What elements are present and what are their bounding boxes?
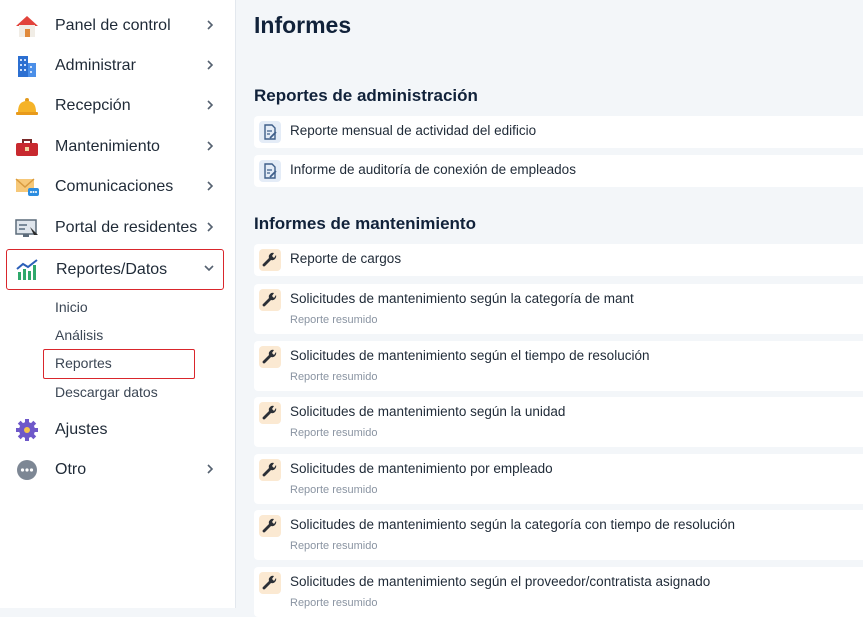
- report-title: Solicitudes de mantenimiento según el ti…: [290, 348, 650, 363]
- report-subtitle: Reporte resumido: [290, 314, 378, 326]
- report-title: Reporte de cargos: [290, 251, 402, 266]
- page-title: Informes: [254, 12, 352, 38]
- report-card[interactable]: Solicitudes de mantenimiento según la ca…: [254, 284, 863, 334]
- wrench-icon: [259, 515, 281, 537]
- sidebar-item-administrar[interactable]: Administrar: [6, 47, 224, 85]
- report-card[interactable]: Solicitudes de mantenimiento según la un…: [254, 397, 863, 447]
- subnav-item-analisis[interactable]: Análisis: [55, 327, 103, 343]
- toolbox-icon: [16, 139, 38, 156]
- report-title: Solicitudes de mantenimiento según la ca…: [290, 291, 634, 306]
- report-card[interactable]: Solicitudes de mantenimiento según el pr…: [254, 567, 863, 617]
- subnav-item-inicio[interactable]: Inicio: [55, 299, 88, 315]
- sidebar-item-label: Ajustes: [55, 421, 108, 438]
- chevron-right-icon: [207, 222, 214, 232]
- chevron-right-icon: [207, 464, 214, 474]
- sidebar-item-portal-de-residentes[interactable]: Portal de residentes: [6, 209, 224, 247]
- report-card[interactable]: Solicitudes de mantenimiento según la ca…: [254, 510, 863, 560]
- report-subtitle: Reporte resumido: [290, 484, 378, 496]
- chevron-right-icon: [207, 20, 214, 30]
- subnav-item-reportes[interactable]: Reportes: [43, 349, 195, 379]
- sidebar-item-label: Panel de control: [55, 17, 171, 34]
- bar-chart-icon: [16, 259, 38, 280]
- sidebar-item-label: Administrar: [55, 57, 136, 74]
- report-title: Solicitudes de mantenimiento según la un…: [290, 404, 566, 419]
- gear-icon: [16, 419, 38, 441]
- envelope-chat-icon: [15, 178, 39, 196]
- report-title: Reporte mensual de actividad del edifici…: [290, 123, 537, 138]
- wrench-icon: [259, 459, 281, 481]
- chevron-right-icon: [207, 60, 214, 70]
- sidebar-item-label: Otro: [55, 461, 87, 478]
- wrench-icon: [259, 402, 281, 424]
- document-edit-icon: [259, 121, 281, 143]
- document-edit-icon: [259, 160, 281, 182]
- report-card[interactable]: Reporte mensual de actividad del edifici…: [254, 116, 863, 148]
- report-card[interactable]: Solicitudes de mantenimiento por emplead…: [254, 454, 863, 504]
- sidebar-item-label: Comunicaciones: [55, 178, 174, 195]
- monitor-portal-icon: [15, 219, 38, 239]
- chevron-right-icon: [207, 181, 214, 191]
- sidebar-item-recepcion[interactable]: Recepción: [6, 87, 224, 125]
- report-subtitle: Reporte resumido: [290, 540, 378, 552]
- section-title-mantenimiento: Informes de mantenimiento: [254, 214, 476, 233]
- wrench-icon: [259, 249, 281, 271]
- sidebar-item-comunicaciones[interactable]: Comunicaciones: [6, 168, 224, 206]
- sidebar-item-label: Reportes/Datos: [56, 260, 168, 278]
- report-card[interactable]: Informe de auditoría de conexión de empl…: [254, 155, 863, 187]
- sidebar-item-otro[interactable]: Otro: [6, 451, 224, 489]
- more-dots-icon: [17, 460, 37, 480]
- report-subtitle: Reporte resumido: [290, 597, 378, 609]
- house-icon: [16, 16, 38, 37]
- building-icon: [18, 56, 36, 77]
- sidebar-item-panel-de-control[interactable]: Panel de control: [6, 7, 224, 45]
- report-card[interactable]: Solicitudes de mantenimiento según el ti…: [254, 341, 863, 391]
- report-title: Solicitudes de mantenimiento según el pr…: [290, 574, 711, 589]
- sidebar-item-mantenimiento[interactable]: Mantenimiento: [6, 128, 224, 166]
- report-card[interactable]: Reporte de cargos: [254, 244, 863, 276]
- main-content: Informes Reportes de administración Repo…: [237, 0, 863, 617]
- sidebar-item-label: Recepción: [55, 97, 131, 114]
- report-title: Solicitudes de mantenimiento según la ca…: [290, 517, 736, 532]
- sidebar-item-label: Portal de residentes: [55, 219, 198, 236]
- service-bell-icon: [16, 98, 38, 115]
- sidebar: Panel de control Administrar Recepción M…: [0, 0, 236, 608]
- chevron-right-icon: [207, 141, 214, 151]
- subnav-item-descargar-datos[interactable]: Descargar datos: [55, 384, 158, 400]
- sidebar-item-ajustes[interactable]: Ajustes: [6, 411, 224, 449]
- section-title-administracion: Reportes de administración: [254, 86, 478, 105]
- chevron-right-icon: [207, 100, 214, 110]
- report-title: Informe de auditoría de conexión de empl…: [290, 162, 576, 177]
- wrench-icon: [259, 346, 281, 368]
- report-title: Solicitudes de mantenimiento por emplead…: [290, 461, 553, 476]
- wrench-icon: [259, 289, 281, 311]
- report-subtitle: Reporte resumido: [290, 371, 378, 383]
- wrench-icon: [259, 572, 281, 594]
- sidebar-item-reportes-datos[interactable]: Reportes/Datos: [6, 249, 224, 290]
- report-subtitle: Reporte resumido: [290, 427, 378, 439]
- sidebar-item-label: Mantenimiento: [55, 138, 160, 155]
- chevron-down-icon: [204, 265, 214, 272]
